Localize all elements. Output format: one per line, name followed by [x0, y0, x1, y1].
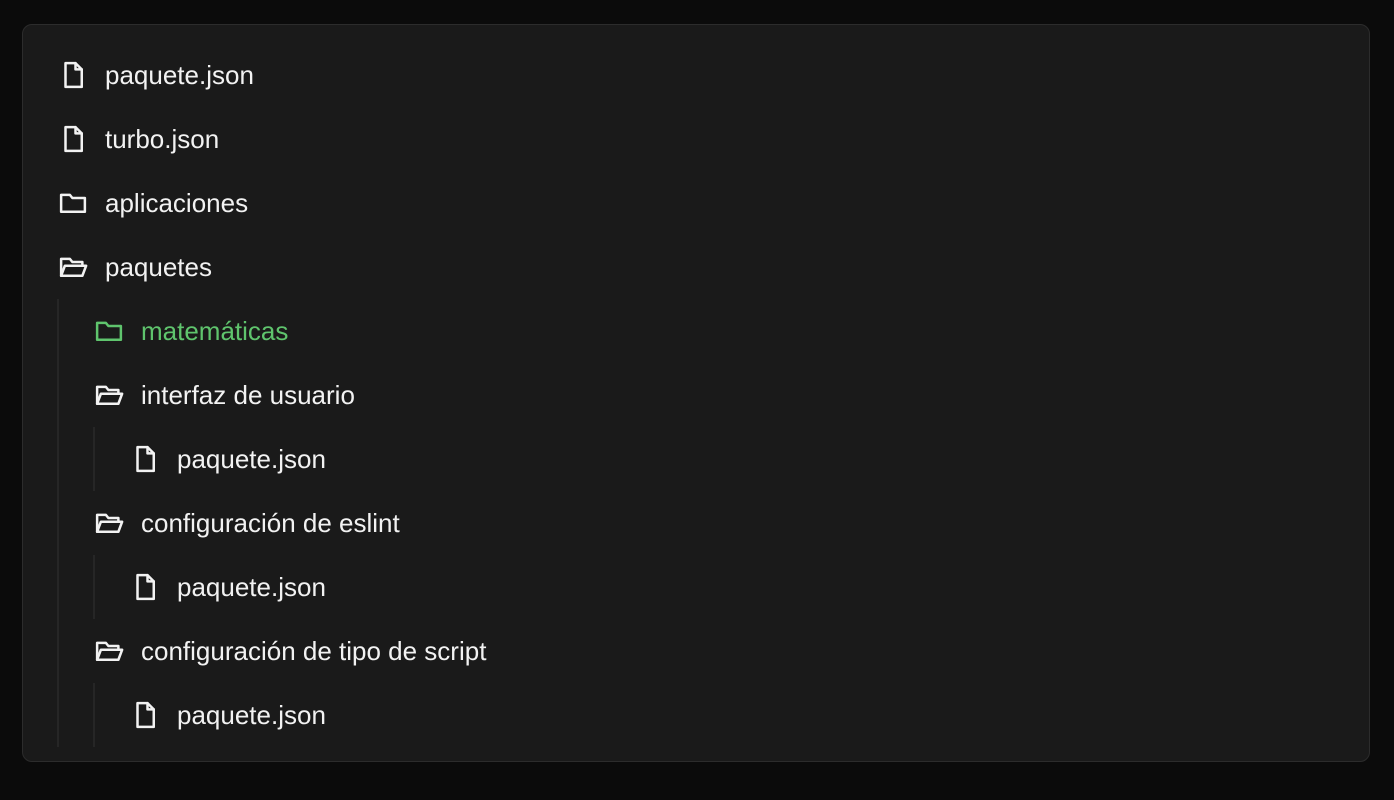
- tree-item-label: aplicaciones: [105, 187, 249, 218]
- tree-item-label: paquetes: [105, 251, 212, 282]
- configuracion-de-eslint-children: paquete.json: [93, 555, 1349, 619]
- folder-open-icon: [93, 635, 125, 667]
- tree-item-aplicaciones[interactable]: aplicaciones: [57, 171, 1349, 235]
- tree-item-label: paquete.json: [177, 699, 326, 730]
- tree-item-label: paquete.json: [177, 443, 326, 474]
- tree-item-paquete-json[interactable]: paquete.json: [57, 43, 1349, 107]
- file-icon: [129, 443, 161, 475]
- tree-item-label: matemáticas: [141, 315, 289, 346]
- tree-item-interfaz-de-usuario[interactable]: interfaz de usuario: [93, 363, 1349, 427]
- paquetes-children: matemáticas interfaz de usuario paquete.…: [57, 299, 1349, 747]
- tree-item-paquetes[interactable]: paquetes: [57, 235, 1349, 299]
- file-icon: [129, 571, 161, 603]
- folder-icon: [93, 315, 125, 347]
- tree-item-matematicas[interactable]: matemáticas: [93, 299, 1349, 363]
- configuracion-de-tipo-de-script-children: paquete.json: [93, 683, 1349, 747]
- tree-item-label: interfaz de usuario: [141, 379, 355, 410]
- file-tree: paquete.json turbo.json aplicaciones paq…: [57, 43, 1349, 747]
- file-tree-panel: paquete.json turbo.json aplicaciones paq…: [22, 24, 1370, 762]
- tree-item-paquete-json[interactable]: paquete.json: [129, 427, 1349, 491]
- file-icon: [57, 123, 89, 155]
- tree-item-paquete-json[interactable]: paquete.json: [129, 683, 1349, 747]
- tree-item-label: configuración de tipo de script: [141, 635, 487, 666]
- file-icon: [129, 699, 161, 731]
- tree-item-label: paquete.json: [177, 571, 326, 602]
- folder-icon: [57, 187, 89, 219]
- folder-open-icon: [93, 379, 125, 411]
- folder-open-icon: [57, 251, 89, 283]
- file-icon: [57, 59, 89, 91]
- interfaz-de-usuario-children: paquete.json: [93, 427, 1349, 491]
- tree-item-label: configuración de eslint: [141, 507, 400, 538]
- tree-item-configuracion-de-tipo-de-script[interactable]: configuración de tipo de script: [93, 619, 1349, 683]
- tree-item-label: paquete.json: [105, 59, 254, 90]
- tree-item-configuracion-de-eslint[interactable]: configuración de eslint: [93, 491, 1349, 555]
- tree-item-turbo-json[interactable]: turbo.json: [57, 107, 1349, 171]
- folder-open-icon: [93, 507, 125, 539]
- tree-item-paquete-json[interactable]: paquete.json: [129, 555, 1349, 619]
- tree-item-label: turbo.json: [105, 123, 220, 154]
